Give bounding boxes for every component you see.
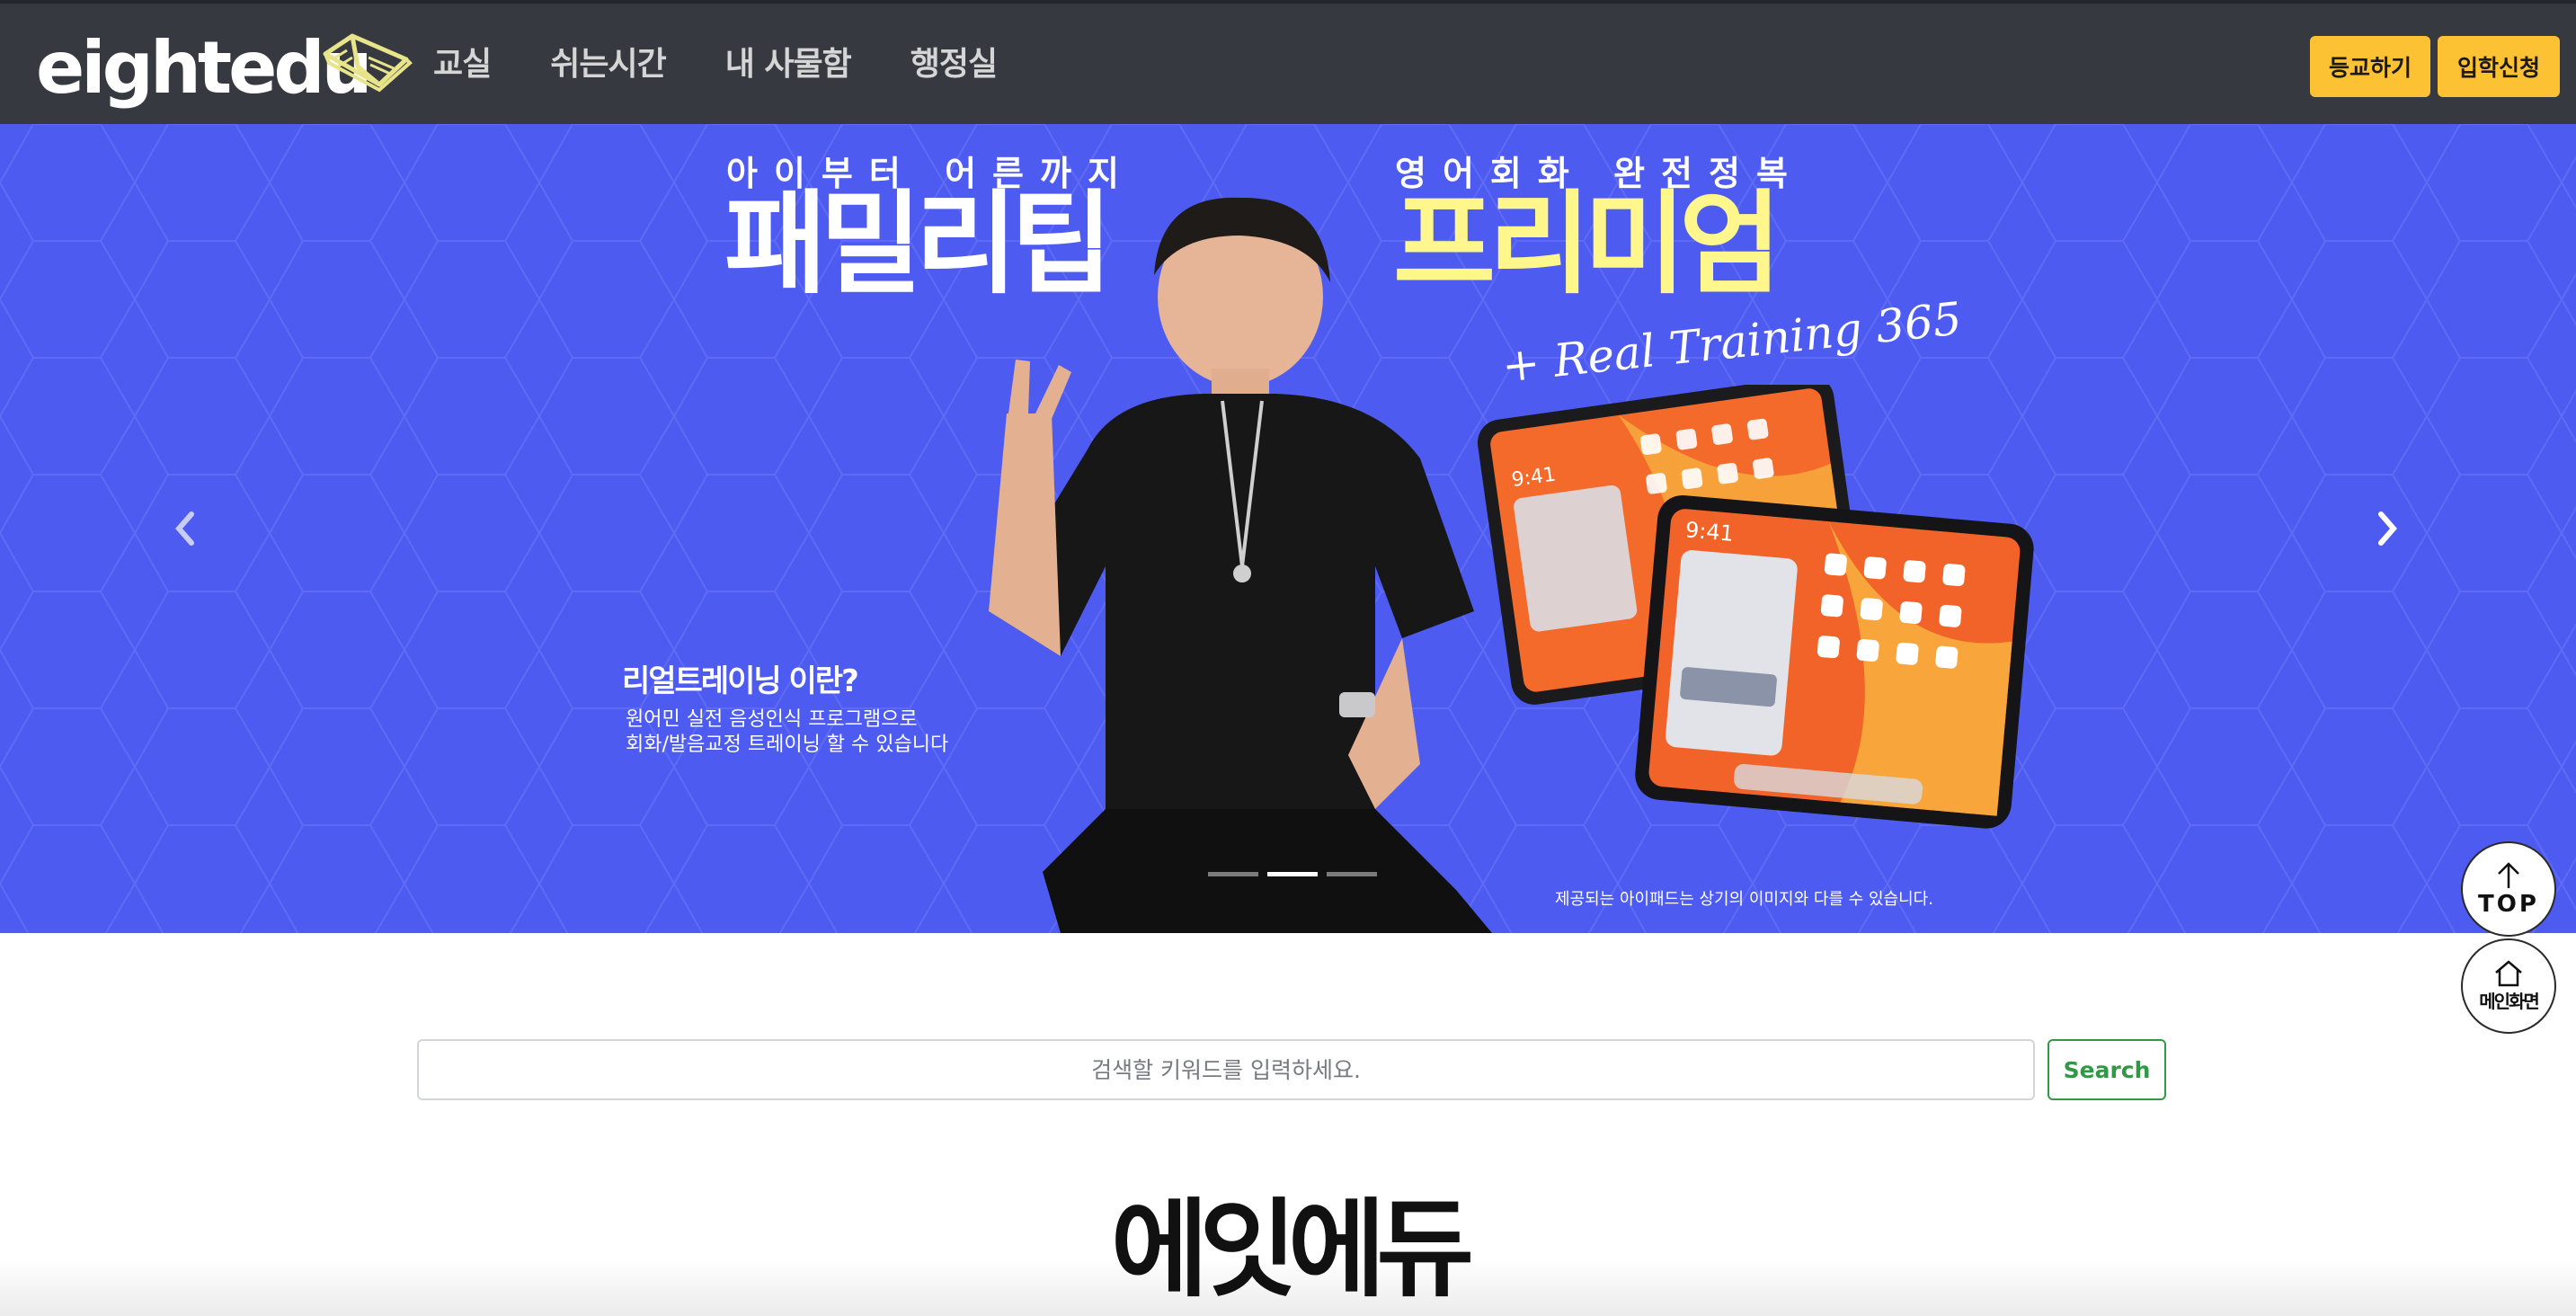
- hero-carousel: 아이부터 어른까지 패밀리팁 영어회화 완전정복 프리미엄 + Real Tra…: [0, 124, 2576, 933]
- book-icon: [323, 33, 413, 93]
- ipad-disclaimer: 제공되는 아이패드는 상기의 이미지와 다를 수 있습니다.: [1555, 890, 1933, 909]
- ipad-illustration: 9:41 9:41: [1477, 385, 2034, 829]
- instructor-photo: [989, 197, 1492, 933]
- arrow-up-icon: [2498, 862, 2519, 888]
- real-training-desc-line2: 회화/발음교정 트레이닝 할 수 있습니다: [626, 734, 949, 756]
- carousel-indicator-2[interactable]: [1267, 872, 1318, 876]
- main-nav: 교실 쉬는시간 내 사물함 행정실: [433, 40, 1056, 90]
- home-icon: [2495, 960, 2522, 987]
- carousel-indicator-3[interactable]: [1327, 872, 1377, 876]
- scroll-top-button[interactable]: TOP: [2461, 841, 2556, 937]
- scroll-top-label: TOP: [2478, 891, 2539, 918]
- enroll-button[interactable]: 입학신청: [2438, 36, 2560, 97]
- real-training-title: 리얼트레이닝 이란?: [622, 663, 859, 699]
- carousel-prev-button[interactable]: [158, 502, 212, 556]
- home-label: 메인화면: [2479, 991, 2540, 1012]
- carousel-next-button[interactable]: [2360, 502, 2414, 556]
- home-button[interactable]: 메인화면: [2461, 938, 2556, 1034]
- nav-item-admin-office[interactable]: 행정실: [910, 40, 998, 90]
- chevron-right-icon: [2378, 511, 2397, 546]
- tablet-front-clock: 9:41: [1684, 517, 1735, 547]
- search-button[interactable]: Search: [2047, 1039, 2166, 1100]
- carousel-indicators: [1208, 872, 1386, 876]
- chevron-left-icon: [175, 511, 194, 546]
- nav-item-break-time[interactable]: 쉬는시간: [550, 40, 666, 90]
- brand-heading: 에잇에듀: [1110, 1187, 1474, 1312]
- top-navbar: eightedu 교실 쉬는시간 내 사물함 행정실 등교하기 입학신청: [0, 0, 2576, 124]
- nav-item-classroom[interactable]: 교실: [433, 40, 492, 90]
- carousel-indicator-1[interactable]: [1208, 872, 1258, 876]
- search-input[interactable]: [417, 1039, 2035, 1100]
- nav-item-my-locker[interactable]: 내 사물함: [725, 40, 852, 90]
- register-button[interactable]: 등교하기: [2310, 36, 2430, 97]
- site-logo[interactable]: eightedu: [36, 23, 413, 113]
